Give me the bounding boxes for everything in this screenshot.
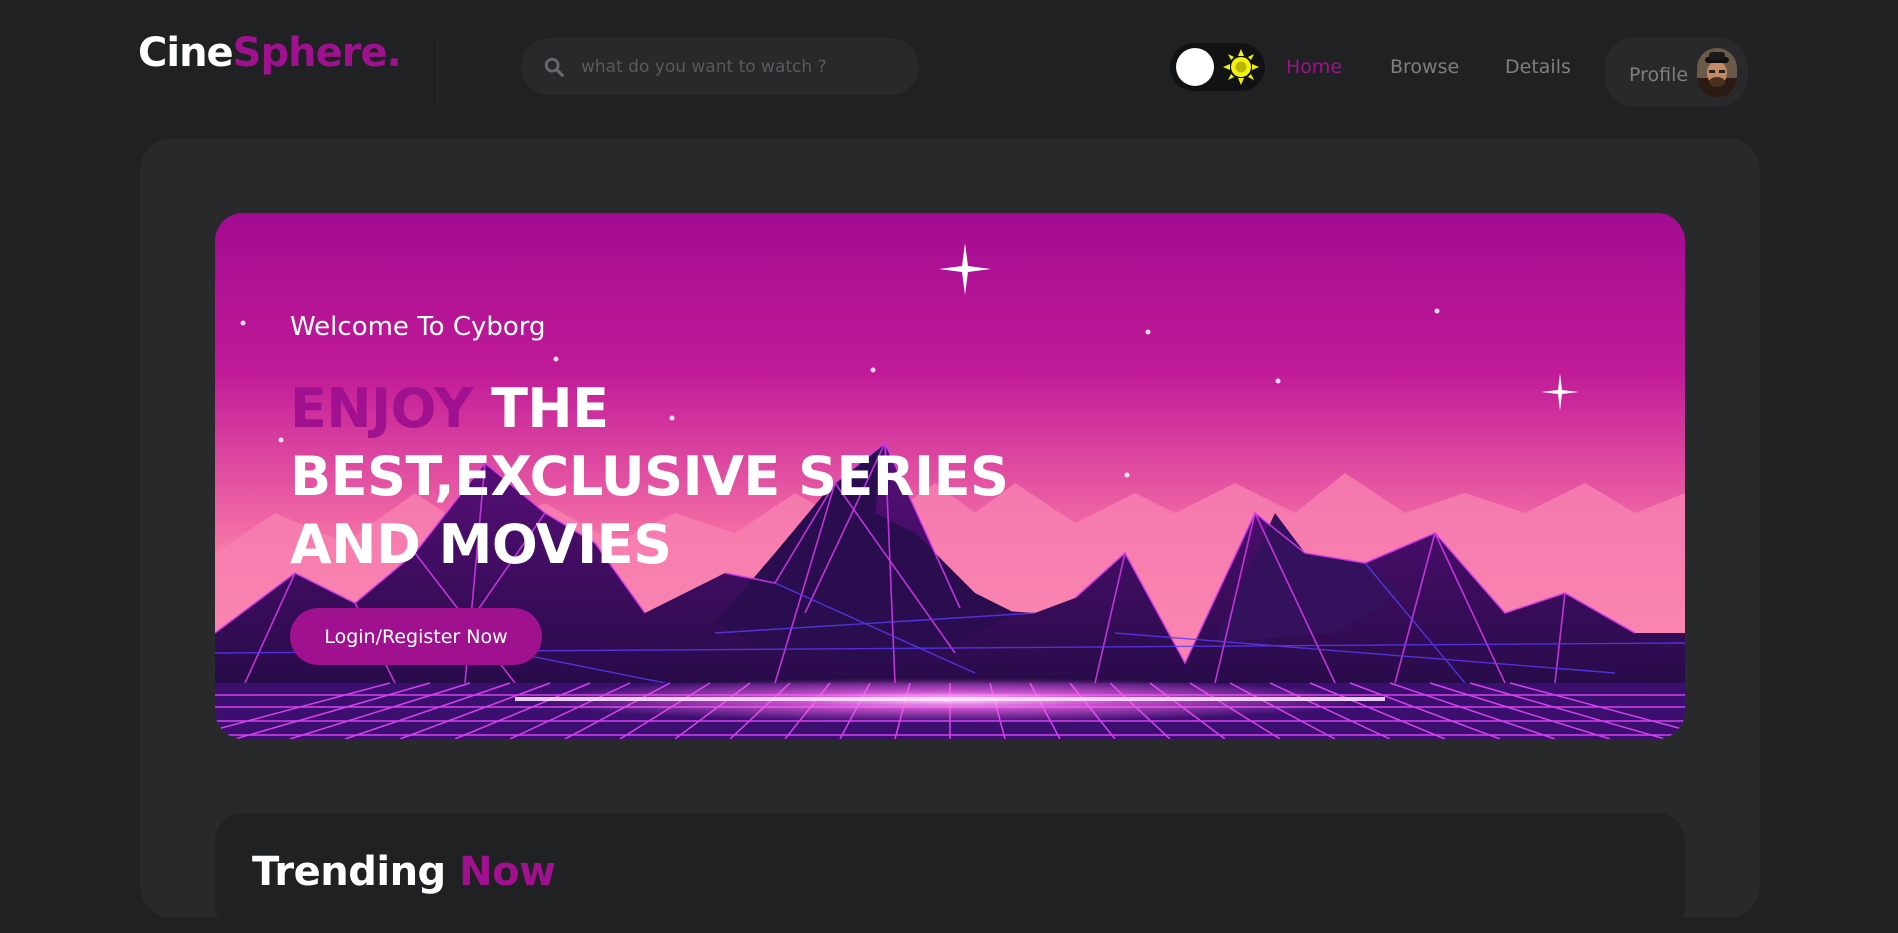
search-box[interactable] xyxy=(521,38,919,95)
hero-headline-accent: ENJOY xyxy=(290,377,473,440)
avatar xyxy=(1697,48,1737,98)
avatar-image xyxy=(1697,48,1737,98)
logo-text-accent: Sphere. xyxy=(232,30,402,76)
hero-headline-line2: BEST,EXCLUSIVE SERIES xyxy=(290,445,1009,508)
search-icon xyxy=(544,57,564,77)
toggle-knob xyxy=(1176,48,1214,86)
nav-details[interactable]: Details xyxy=(1505,56,1571,78)
hero-welcome-text: Welcome To Cyborg xyxy=(290,312,546,342)
trending-title-primary: Trending xyxy=(252,849,460,895)
logo-text-primary: Cine xyxy=(138,30,234,76)
hero-headline-line1: THE xyxy=(472,377,609,440)
trending-title-accent: Now xyxy=(459,849,556,895)
trending-section: Trending Now xyxy=(215,813,1685,933)
hero-headline-line3: AND MOVIES xyxy=(290,513,672,576)
profile-label: Profile xyxy=(1629,64,1689,86)
search-input[interactable] xyxy=(579,55,899,78)
theme-toggle[interactable] xyxy=(1170,43,1265,91)
top-header: CineSphere. Home Browse De xyxy=(0,0,1898,138)
nav-browse[interactable]: Browse xyxy=(1390,56,1459,78)
header-divider xyxy=(437,40,438,106)
login-register-button[interactable]: Login/Register Now xyxy=(290,608,542,665)
hero-banner: Welcome To Cyborg ENJOY THE BEST,EXCLUSI… xyxy=(215,213,1685,739)
trending-title: Trending Now xyxy=(252,849,556,895)
nav-home[interactable]: Home xyxy=(1286,56,1342,78)
hero-headline: ENJOY THE BEST,EXCLUSIVE SERIES AND MOVI… xyxy=(290,375,1009,579)
profile-button[interactable]: Profile xyxy=(1605,37,1748,107)
sun-icon xyxy=(1223,49,1259,85)
logo[interactable]: CineSphere. xyxy=(138,30,402,76)
